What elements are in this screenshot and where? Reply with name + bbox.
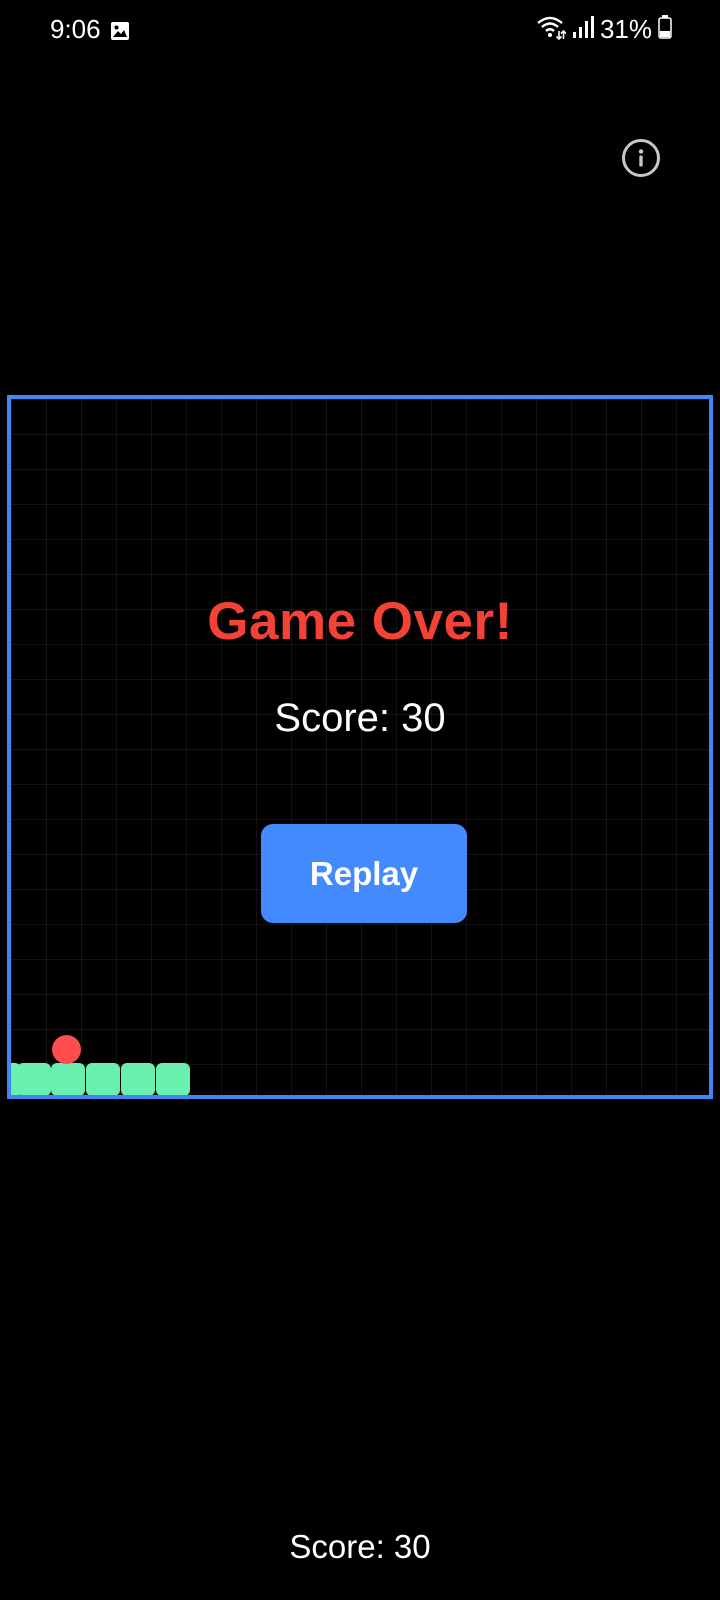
snake-segment bbox=[121, 1063, 155, 1095]
wifi-icon bbox=[536, 14, 567, 45]
game-board[interactable]: Game Over! Score: 30 Replay bbox=[7, 395, 713, 1099]
status-time: 9:06 bbox=[50, 14, 101, 44]
snake-segment bbox=[17, 1063, 51, 1095]
food bbox=[52, 1035, 81, 1064]
overlay-score: Score: 30 bbox=[274, 696, 446, 740]
battery-percentage: 31% bbox=[599, 14, 652, 44]
game-over-title: Game Over! bbox=[207, 592, 513, 651]
gallery-icon bbox=[110, 21, 130, 41]
battery-icon bbox=[658, 15, 672, 44]
status-indicators: 31% bbox=[536, 14, 672, 45]
info-icon bbox=[638, 149, 644, 167]
snake-segment bbox=[51, 1063, 85, 1095]
status-bar: 9:06 31% bbox=[0, 0, 720, 64]
replay-button[interactable]: Replay bbox=[261, 824, 467, 923]
info-button[interactable] bbox=[622, 139, 660, 177]
snake-head bbox=[156, 1063, 190, 1095]
snake-segment bbox=[86, 1063, 120, 1095]
signal-icon bbox=[572, 15, 594, 44]
bottom-score: Score: 30 bbox=[289, 1528, 431, 1565]
